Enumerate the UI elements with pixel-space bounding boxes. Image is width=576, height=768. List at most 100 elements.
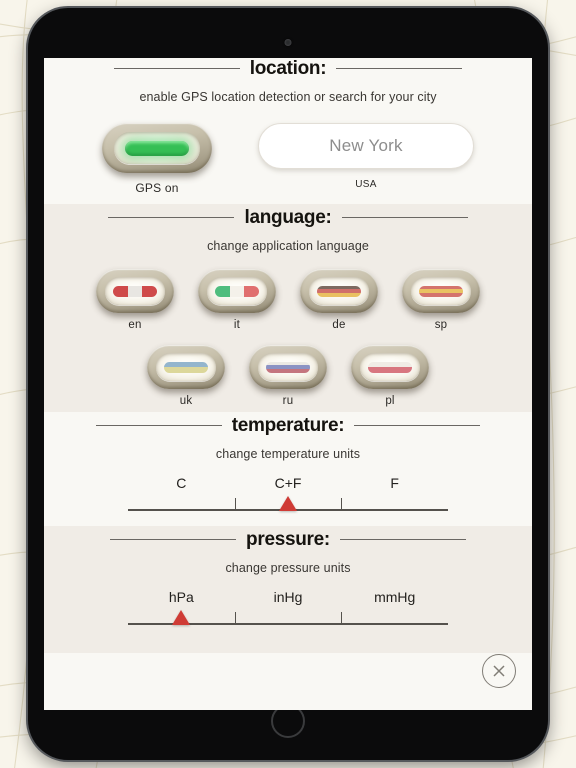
temperature-title: temperature: (231, 414, 345, 436)
heading-rule-right (336, 67, 463, 69)
language-button-uk[interactable] (147, 345, 225, 389)
tablet-device: location: enable GPS location detection … (28, 8, 548, 760)
temperature-subtitle: change temperature units (215, 447, 361, 461)
language-option-pl: pl (351, 345, 429, 407)
pressure-slider-labels: hPa inHg mmHg (128, 589, 448, 605)
language-option-en: en (96, 269, 174, 331)
pressure-title: pressure: (246, 528, 330, 550)
language-button-inner (258, 353, 318, 381)
flag-band (419, 292, 463, 297)
gps-indicator-icon (125, 140, 189, 156)
close-icon (493, 665, 505, 677)
location-subtitle: enable GPS location detection or search … (139, 90, 437, 104)
language-label-sp: sp (434, 319, 448, 331)
language-button-en[interactable] (96, 269, 174, 313)
section-temperature: temperature: change temperature units CC… (44, 412, 532, 539)
pressure-slider-option-mmHg[interactable]: mmHg (341, 589, 448, 605)
language-button-inner (207, 277, 267, 305)
flag-band (113, 285, 128, 297)
temperature-heading: temperature: (44, 412, 532, 438)
close-button[interactable] (482, 654, 516, 688)
flag-icon-germany (317, 285, 361, 297)
heading-rule-right (354, 424, 481, 426)
language-label-de: de (332, 319, 346, 331)
language-option-ru: ru (249, 345, 327, 407)
language-option-it: it (198, 269, 276, 331)
language-button-inner (105, 277, 165, 305)
temperature-slider-option-C+F[interactable]: C+F (235, 475, 342, 491)
temperature-slider[interactable]: C C+F F (128, 475, 448, 521)
front-camera-icon (284, 39, 292, 46)
section-language: language: change application language en… (44, 204, 532, 425)
language-button-sp[interactable] (402, 269, 480, 313)
temperature-slider-tick (341, 498, 343, 511)
language-button-inner (360, 353, 420, 381)
flag-band (368, 367, 412, 373)
language-button-inner (411, 277, 471, 305)
language-button-de[interactable] (300, 269, 378, 313)
pressure-slider[interactable]: hPa inHg mmHg (128, 589, 448, 635)
gps-toggle-button[interactable] (102, 123, 212, 173)
gps-toggle-group: GPS on (102, 123, 212, 195)
language-label-uk: uk (179, 395, 193, 407)
language-row-2: uk ru pl (44, 331, 532, 425)
temperature-slider-option-F[interactable]: F (341, 475, 448, 491)
language-option-de: de (300, 269, 378, 331)
pressure-subtitle: change pressure units (225, 561, 351, 575)
language-label-ru: ru (282, 395, 294, 407)
pressure-heading: pressure: (44, 526, 532, 552)
flag-band (127, 285, 143, 297)
flag-band (142, 285, 157, 297)
flag-band (164, 367, 208, 373)
city-country-label: USA (355, 179, 377, 190)
pressure-slider-tick (234, 612, 236, 625)
location-heading: location: (44, 58, 532, 81)
language-heading: language: (44, 204, 532, 230)
gps-toggle-inner (114, 132, 200, 164)
gps-toggle-label: GPS on (135, 181, 179, 195)
temperature-slider-labels: C C+F F (128, 475, 448, 491)
flag-icon-union-jack (113, 285, 157, 297)
flag-icon-spain (419, 285, 463, 297)
flag-band (244, 285, 259, 297)
language-button-ru[interactable] (249, 345, 327, 389)
pressure-slider-marker[interactable] (172, 610, 191, 625)
language-label-pl: pl (385, 395, 395, 407)
city-search-group: New York USA (258, 123, 474, 190)
heading-rule-left (95, 424, 222, 426)
language-row-1: en it de sp (44, 253, 532, 331)
language-button-inner (156, 353, 216, 381)
temperature-slider-option-C[interactable]: C (128, 475, 235, 491)
language-label-en: en (128, 319, 142, 331)
pressure-slider-option-hPa[interactable]: hPa (128, 589, 235, 605)
flag-band (317, 292, 361, 297)
language-option-sp: sp (402, 269, 480, 331)
flag-icon-italy (215, 285, 259, 297)
section-pressure: pressure: change pressure units hPa inHg m… (44, 526, 532, 653)
location-title: location: (249, 58, 327, 79)
language-button-inner (309, 277, 369, 305)
temperature-slider-tick (234, 498, 236, 511)
heading-rule-left (108, 216, 235, 218)
language-button-pl[interactable] (351, 345, 429, 389)
language-title: language: (244, 206, 332, 228)
heading-rule-right (339, 538, 466, 540)
language-label-it: it (233, 319, 241, 331)
language-button-it[interactable] (198, 269, 276, 313)
flag-band (215, 285, 230, 297)
temperature-slider-marker[interactable] (279, 496, 297, 511)
flag-icon-russia (266, 361, 310, 373)
flag-icon-poland (368, 361, 412, 373)
heading-rule-right (341, 216, 468, 218)
heading-rule-left (110, 538, 237, 540)
flag-icon-ukraine (164, 361, 208, 373)
pressure-slider-tick (341, 612, 343, 625)
app-screen: location: enable GPS location detection … (44, 58, 532, 710)
flag-band (266, 368, 310, 373)
language-option-uk: uk (147, 345, 225, 407)
pressure-slider-option-inHg[interactable]: inHg (235, 589, 342, 605)
pressure-slider-wrap: hPa inHg mmHg (44, 575, 532, 653)
city-search-input[interactable]: New York (258, 123, 474, 169)
heading-rule-left (113, 67, 240, 69)
flag-band (229, 285, 245, 297)
